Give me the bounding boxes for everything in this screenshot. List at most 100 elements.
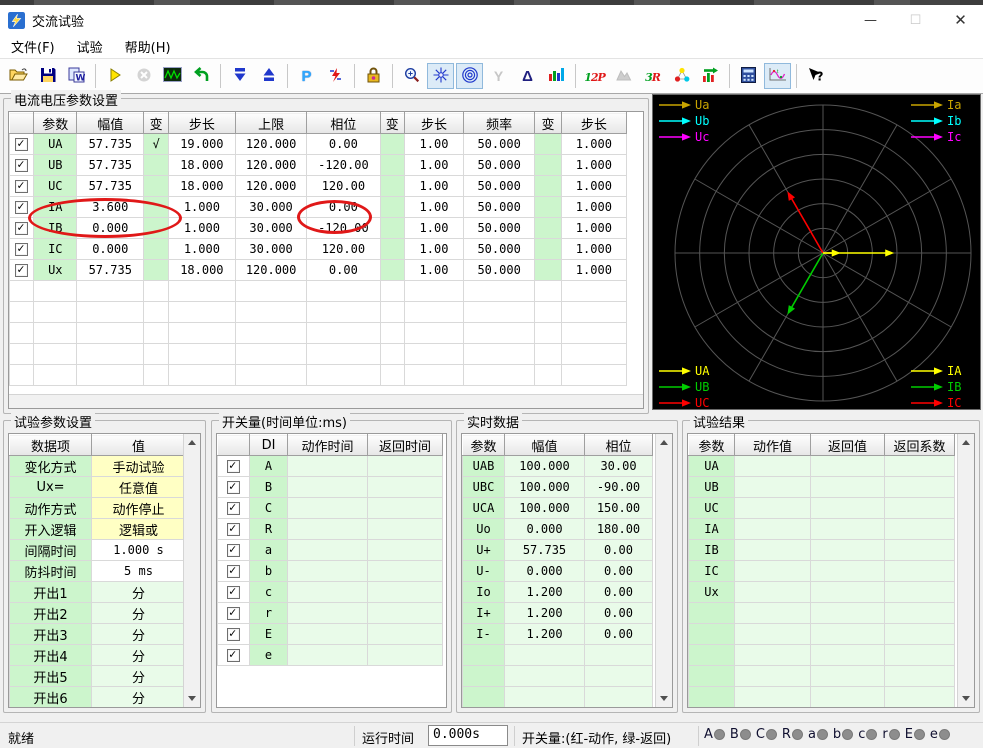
frequency-cell[interactable]: 50.000 bbox=[464, 134, 535, 155]
param-label-cell[interactable]: 动作方式 bbox=[10, 498, 92, 519]
frequency-cell[interactable]: 50.000 bbox=[464, 218, 535, 239]
vary-cell[interactable] bbox=[144, 155, 168, 176]
vector-dots-button[interactable] bbox=[668, 63, 695, 89]
y-button[interactable]: Y bbox=[485, 63, 512, 89]
param-label-cell[interactable]: 变化方式 bbox=[10, 456, 92, 477]
vary-cell[interactable] bbox=[144, 176, 168, 197]
scroll-up-icon[interactable] bbox=[656, 434, 672, 451]
trigger-button[interactable] bbox=[322, 63, 349, 89]
action-time-cell[interactable] bbox=[288, 456, 368, 477]
zoom-button[interactable] bbox=[398, 63, 425, 89]
checkbox-checked-icon[interactable] bbox=[227, 523, 240, 536]
return-time-cell[interactable] bbox=[368, 519, 443, 540]
param-cell[interactable]: IB bbox=[34, 218, 77, 239]
vary-cell[interactable] bbox=[535, 176, 561, 197]
step-cell[interactable]: 1.00 bbox=[404, 260, 463, 281]
step-cell[interactable]: 1.000 bbox=[561, 239, 626, 260]
step-cell[interactable]: 18.000 bbox=[168, 176, 235, 197]
checkbox-cell[interactable] bbox=[10, 197, 34, 218]
vary-cell[interactable] bbox=[380, 176, 404, 197]
param-label-cell[interactable]: 开出5 bbox=[10, 666, 92, 687]
action-time-cell[interactable] bbox=[288, 603, 368, 624]
vary-cell[interactable] bbox=[535, 260, 561, 281]
frequency-cell[interactable]: 50.000 bbox=[464, 260, 535, 281]
calculator-button[interactable] bbox=[735, 63, 762, 89]
checkbox-cell[interactable] bbox=[218, 603, 250, 624]
return-time-cell[interactable] bbox=[368, 540, 443, 561]
menu-item-test[interactable]: 试验 bbox=[66, 34, 114, 59]
di-cell[interactable]: B bbox=[250, 477, 288, 498]
limit-cell[interactable]: 120.000 bbox=[235, 134, 306, 155]
step-cell[interactable]: 1.00 bbox=[404, 218, 463, 239]
param-value-cell[interactable]: 1.000 s bbox=[92, 540, 186, 561]
close-button[interactable]: ✕ bbox=[938, 5, 983, 35]
step-cell[interactable]: 1.000 bbox=[561, 218, 626, 239]
checkbox-checked-icon[interactable] bbox=[15, 180, 28, 193]
param-value-cell[interactable]: 分 bbox=[92, 687, 186, 708]
param-value-cell[interactable]: 5 ms bbox=[92, 561, 186, 582]
checkbox-checked-icon[interactable] bbox=[227, 607, 240, 620]
return-time-cell[interactable] bbox=[368, 561, 443, 582]
param-label-cell[interactable]: 开出3 bbox=[10, 624, 92, 645]
vary-cell[interactable] bbox=[380, 239, 404, 260]
param-value-cell[interactable]: 动作停止 bbox=[92, 498, 186, 519]
param-value-cell[interactable]: 手动试验 bbox=[92, 456, 186, 477]
phase-cell[interactable]: 0.00 bbox=[307, 197, 380, 218]
undo-button[interactable] bbox=[188, 63, 215, 89]
vary-cell[interactable] bbox=[535, 134, 561, 155]
limit-cell[interactable]: 30.000 bbox=[235, 218, 306, 239]
vary-cell[interactable] bbox=[380, 218, 404, 239]
di-cell[interactable]: a bbox=[250, 540, 288, 561]
target-button[interactable] bbox=[456, 63, 483, 89]
step-cell[interactable]: 18.000 bbox=[168, 260, 235, 281]
step-cell[interactable]: 1.000 bbox=[561, 176, 626, 197]
phase-cell[interactable]: 0.00 bbox=[307, 134, 380, 155]
checkbox-cell[interactable] bbox=[218, 540, 250, 561]
maximize-button[interactable]: ☐ bbox=[893, 5, 938, 35]
param-value-cell[interactable]: 分 bbox=[92, 582, 186, 603]
limit-cell[interactable]: 120.000 bbox=[235, 155, 306, 176]
checkbox-cell[interactable] bbox=[10, 239, 34, 260]
checkbox-checked-icon[interactable] bbox=[227, 649, 240, 662]
action-time-cell[interactable] bbox=[288, 582, 368, 603]
horizontal-scrollbar[interactable] bbox=[9, 394, 643, 408]
phase-cell[interactable]: -120.00 bbox=[307, 218, 380, 239]
stop-button[interactable] bbox=[130, 63, 157, 89]
step-cell[interactable]: 1.00 bbox=[404, 155, 463, 176]
return-time-cell[interactable] bbox=[368, 645, 443, 666]
phase-cell[interactable]: 120.00 bbox=[307, 239, 380, 260]
checkbox-cell[interactable] bbox=[10, 260, 34, 281]
step-cell[interactable]: 1.00 bbox=[404, 134, 463, 155]
vary-cell[interactable] bbox=[535, 197, 561, 218]
step-cell[interactable]: 18.000 bbox=[168, 155, 235, 176]
param-label-cell[interactable]: Ux= bbox=[10, 477, 92, 498]
amplitude-cell[interactable]: 0.000 bbox=[77, 239, 144, 260]
vertical-scrollbar[interactable] bbox=[655, 434, 672, 707]
checkbox-checked-icon[interactable] bbox=[227, 481, 240, 494]
frequency-cell[interactable]: 50.000 bbox=[464, 155, 535, 176]
checkbox-cell[interactable] bbox=[10, 134, 34, 155]
param-value-cell[interactable]: 任意值 bbox=[92, 477, 186, 498]
vary-cell[interactable] bbox=[380, 155, 404, 176]
param-label-cell[interactable]: 防抖时间 bbox=[10, 561, 92, 582]
phase-cell[interactable]: 0.00 bbox=[307, 260, 380, 281]
vary-cell[interactable] bbox=[535, 155, 561, 176]
lock-button[interactable] bbox=[360, 63, 387, 89]
scroll-up-icon[interactable] bbox=[184, 434, 200, 451]
return-time-cell[interactable] bbox=[368, 582, 443, 603]
action-time-cell[interactable] bbox=[288, 561, 368, 582]
vary-cell[interactable] bbox=[144, 197, 168, 218]
vary-cell[interactable] bbox=[144, 260, 168, 281]
di-cell[interactable]: b bbox=[250, 561, 288, 582]
checkbox-cell[interactable] bbox=[218, 456, 250, 477]
checkbox-checked-icon[interactable] bbox=[15, 222, 28, 235]
checkbox-cell[interactable] bbox=[218, 582, 250, 603]
di-cell[interactable]: C bbox=[250, 498, 288, 519]
checkbox-cell[interactable] bbox=[218, 477, 250, 498]
scroll-up-icon[interactable] bbox=[958, 434, 974, 451]
checkbox-checked-icon[interactable] bbox=[15, 159, 28, 172]
amplitude-cell[interactable]: 57.735 bbox=[77, 155, 144, 176]
open-button[interactable] bbox=[5, 63, 32, 89]
param-value-cell[interactable]: 分 bbox=[92, 666, 186, 687]
checkbox-cell[interactable] bbox=[218, 498, 250, 519]
